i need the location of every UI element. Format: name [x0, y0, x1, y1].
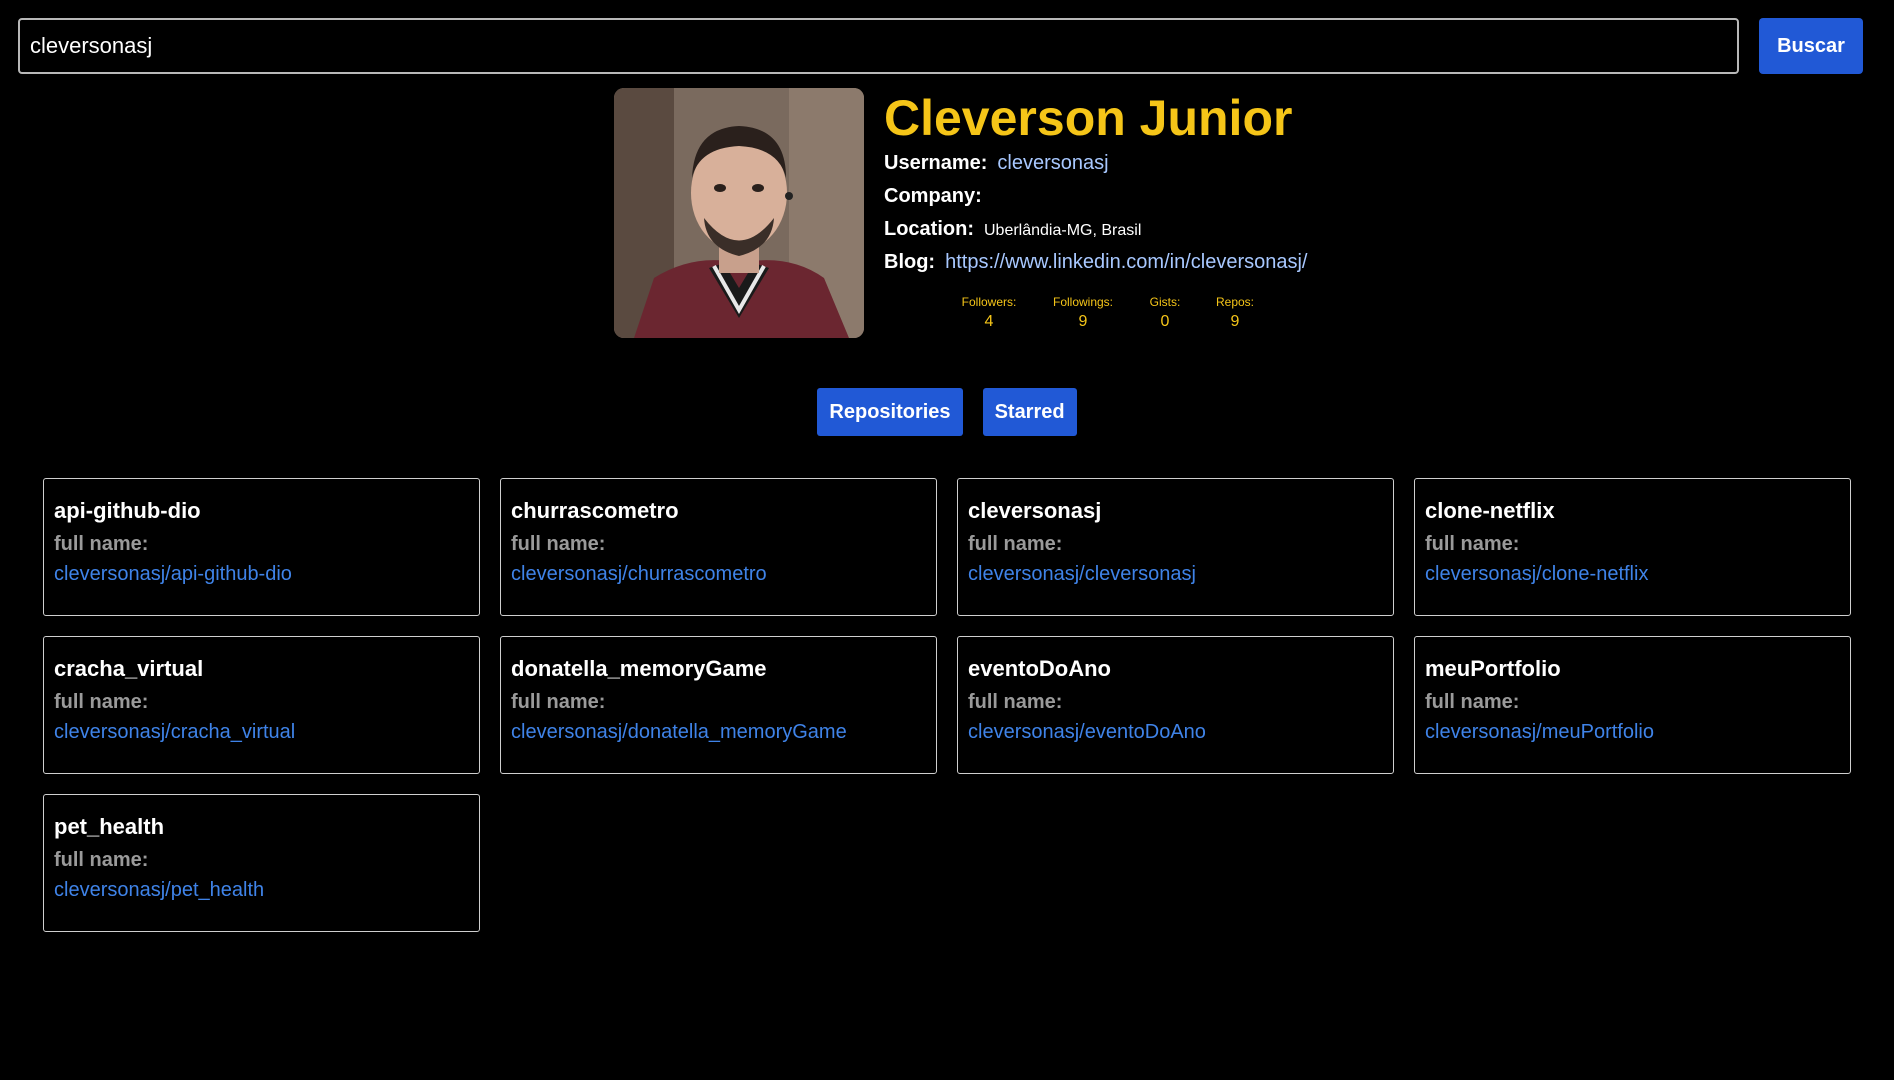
repo-full-name[interactable]: cleversonasj/churrascometro: [511, 559, 926, 589]
repo-full-name[interactable]: cleversonasj/pet_health: [54, 875, 469, 905]
repo-full-name-label: full name:: [511, 533, 606, 555]
repo-name: meuPortfolio: [1425, 656, 1561, 681]
repo-full-name-label: full name:: [54, 849, 149, 871]
stat-label: Gists:: [1149, 295, 1181, 309]
profile-card: Cleverson Junior Username: cleversonasj …: [614, 88, 1307, 338]
repo-name: clone-netflix: [1425, 498, 1555, 523]
search-button[interactable]: Buscar: [1759, 18, 1863, 74]
company-row: Company:: [884, 185, 1307, 218]
repo-full-name-label: full name:: [511, 691, 606, 713]
repo-card[interactable]: meuPortfolio full name: cleversonasj/meu…: [1414, 636, 1851, 774]
location-row: Location: Uberlândia-MG, Brasil: [884, 218, 1307, 251]
stat-followings: Followings: 9: [1036, 294, 1130, 334]
repo-full-name[interactable]: cleversonasj/meuPortfolio: [1425, 717, 1840, 747]
repo-card[interactable]: clone-netflix full name: cleversonasj/cl…: [1414, 478, 1851, 616]
repo-full-name[interactable]: cleversonasj/eventoDoAno: [968, 717, 1383, 747]
repo-full-name-label: full name:: [968, 691, 1063, 713]
repo-full-name[interactable]: cleversonasj/cracha_virtual: [54, 717, 469, 747]
stat-label: Repos:: [1215, 295, 1255, 309]
stat-value: 9: [1230, 313, 1240, 330]
repo-full-name-label: full name:: [54, 533, 149, 555]
tab-starred[interactable]: Starred: [982, 388, 1077, 436]
repo-name: api-github-dio: [54, 498, 201, 523]
search-input[interactable]: [18, 18, 1739, 74]
repo-card[interactable]: cracha_virtual full name: cleversonasj/c…: [43, 636, 480, 774]
repo-card[interactable]: pet_health full name: cleversonasj/pet_h…: [43, 794, 480, 932]
repo-card[interactable]: api-github-dio full name: cleversonasj/a…: [43, 478, 480, 616]
repo-full-name-label: full name:: [54, 691, 149, 713]
blog-link[interactable]: https://www.linkedin.com/in/cleversonasj…: [945, 251, 1307, 274]
repo-full-name-label: full name:: [968, 533, 1063, 555]
repo-name: donatella_memoryGame: [511, 656, 767, 681]
repo-name: eventoDoAno: [968, 656, 1111, 681]
blog-label: Blog:: [884, 251, 936, 273]
repo-full-name[interactable]: cleversonasj/cleversonasj: [968, 559, 1383, 589]
blog-row: Blog: https://www.linkedin.com/in/clever…: [884, 251, 1307, 284]
location-value: Uberlândia-MG, Brasil: [984, 222, 1142, 239]
company-label: Company:: [884, 185, 982, 207]
repo-name: pet_health: [54, 814, 165, 839]
repo-card[interactable]: donatella_memoryGame full name: cleverso…: [500, 636, 937, 774]
username-row: Username: cleversonasj: [884, 152, 1307, 185]
stat-label: Followings:: [1052, 295, 1114, 309]
repo-full-name[interactable]: cleversonasj/api-github-dio: [54, 559, 469, 589]
tab-bar: Repositories Starred: [0, 388, 1894, 436]
repo-name: cleversonasj: [968, 498, 1102, 523]
profile-stats: Followers: 4 Followings: 9 Gists: 0 Repo…: [942, 294, 1307, 334]
repo-card[interactable]: eventoDoAno full name: cleversonasj/even…: [957, 636, 1394, 774]
profile-name: Cleverson Junior: [884, 90, 1293, 146]
repo-full-name[interactable]: cleversonasj/clone-netflix: [1425, 559, 1840, 589]
repo-name: churrascometro: [511, 498, 679, 523]
repo-list: api-github-dio full name: cleversonasj/a…: [43, 478, 1851, 932]
stat-gists: Gists: 0: [1130, 294, 1200, 334]
stat-followers: Followers: 4: [942, 294, 1036, 334]
repo-card[interactable]: cleversonasj full name: cleversonasj/cle…: [957, 478, 1394, 616]
repo-full-name[interactable]: cleversonasj/donatella_memoryGame: [511, 717, 926, 747]
search-bar: Buscar: [18, 18, 1863, 74]
repo-name: cracha_virtual: [54, 656, 204, 681]
avatar: [614, 88, 864, 338]
stat-value: 9: [1078, 313, 1088, 330]
location-label: Location:: [884, 218, 974, 240]
stat-label: Followers:: [961, 295, 1017, 309]
repo-full-name-label: full name:: [1425, 691, 1520, 713]
username-value: cleversonasj: [997, 152, 1109, 174]
stat-value: 4: [984, 313, 994, 330]
repo-card[interactable]: churrascometro full name: cleversonasj/c…: [500, 478, 937, 616]
tab-repositories[interactable]: Repositories: [817, 388, 963, 436]
stat-value: 0: [1160, 313, 1170, 330]
repo-full-name-label: full name:: [1425, 533, 1520, 555]
stat-repos: Repos: 9: [1200, 294, 1270, 334]
profile-info: Cleverson Junior Username: cleversonasj …: [884, 88, 1307, 338]
username-label: Username:: [884, 152, 988, 174]
